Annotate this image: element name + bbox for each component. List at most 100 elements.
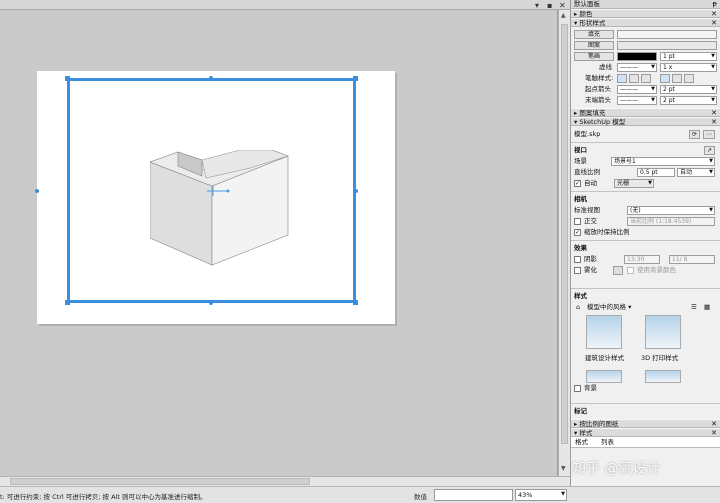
current-scale-select[interactable]: 当前比例 (1:18.4539) [627,217,715,226]
end-arrow-size-value: 2 pt [663,97,675,104]
close-icon[interactable]: ✕ [711,420,717,428]
cap-square-icon[interactable] [641,74,651,83]
pattern-button[interactable]: 图案 [574,41,614,50]
resize-handle[interactable] [209,76,213,80]
style-source-select[interactable]: 模型中的风格 ▾ [587,302,631,313]
style-thumb-arch[interactable] [586,315,622,349]
dash-scale-select[interactable]: 1 x ▼ [660,63,717,72]
pattern-swatch[interactable] [617,41,717,50]
stroke-width-value: 1 pt [663,53,675,60]
horizontal-scrollbar[interactable] [0,476,570,486]
grid-view-icon[interactable]: ▦ [704,302,710,313]
resize-handle[interactable] [353,76,358,81]
resize-handle[interactable] [65,76,70,81]
close-icon[interactable]: ✕ [711,429,717,437]
auto-checkbox[interactable]: ✓ [574,180,581,187]
tab-format[interactable]: 格式 [575,437,588,448]
shadow-date-input[interactable]: 11/ 8 [669,255,715,264]
shadow-time-input[interactable]: 13:30 [624,255,660,264]
scroll-thumb[interactable] [561,24,568,444]
cap-round-icon[interactable] [629,74,639,83]
resize-handle[interactable] [354,189,358,193]
section-style[interactable]: ▾ 样式 ✕ [571,428,720,437]
tab-list[interactable]: 列表 [601,437,614,448]
fill-button[interactable]: 填充 [574,30,614,39]
auto-label: 自动 [584,179,597,187]
line-scale-label: 直线比例 [574,168,600,176]
fog-label: 雾化 [584,266,597,274]
line-scale-input[interactable]: 0.5 pt [637,168,675,177]
resize-handle[interactable] [65,300,70,305]
style-thumb-4[interactable] [645,370,681,383]
close-icon[interactable]: ✕ [711,118,717,126]
scroll-thumb[interactable] [10,478,310,485]
chevron-down-icon: ▼ [651,64,655,70]
more-icon[interactable]: ⋯ [703,130,715,139]
line-scale-mode-select[interactable]: 自动 ▼ [677,168,715,177]
section-title: 按比例的图纸 [579,420,619,428]
use-bg-color-label: 使用背景颜色 [637,266,676,274]
pin-icon[interactable]: ᵽ [712,0,717,9]
restore-icon[interactable]: ▪ [547,1,552,10]
scroll-down-icon[interactable]: ▼ [561,465,566,472]
vertical-scrollbar[interactable]: ▲ ▼ [558,10,570,476]
stroke-color-swatch[interactable] [617,52,657,61]
menu-down-icon[interactable]: ▾ [535,1,539,10]
standard-view-value: (无) [630,207,641,214]
chevron-down-icon: ▼ [711,86,715,92]
use-bg-color-checkbox[interactable] [627,267,634,274]
measurement-input[interactable] [434,489,513,501]
close-icon[interactable]: ✕ [711,10,717,18]
section-shape-style[interactable]: ▾ 形状样式 ✕ [571,18,720,27]
join-miter-icon[interactable] [660,74,670,83]
start-arrow-size[interactable]: 2 pt ▼ [660,85,717,94]
start-arrow-label: 起点箭头 [585,85,611,93]
close-icon[interactable]: ✕ [711,109,717,117]
style-thumb-3dprint[interactable] [645,315,681,349]
end-arrow-select[interactable]: ——— ▼ [617,96,657,105]
background-label: 背景 [584,384,597,392]
style-thumb-3[interactable] [586,370,622,383]
scene-select[interactable]: 场景号1 ▼ [611,157,715,166]
preserve-scale-checkbox[interactable]: ✓ [574,229,581,236]
styles-home-icon[interactable]: ⌂ [576,302,580,313]
scroll-up-icon[interactable]: ▲ [561,12,566,19]
shadow-checkbox[interactable] [574,256,581,263]
list-view-icon[interactable]: ☰ [691,302,697,313]
section-colors[interactable]: ▸ 颜色 ✕ [571,9,720,18]
refresh-icon[interactable]: ⟳ [689,130,700,139]
shadow-date-value: 11/ 8 [672,256,688,263]
resize-handle[interactable] [35,189,39,193]
stroke-button[interactable]: 笔画 [574,52,614,61]
stroke-width-select[interactable]: 1 pt ▼ [660,52,717,61]
render-mode-select[interactable]: 光栅 ▼ [614,179,654,188]
close-icon[interactable]: ✕ [559,1,566,10]
standard-view-select[interactable]: (无) ▼ [627,206,715,215]
viewport-selection[interactable] [67,78,356,303]
fog-checkbox[interactable] [574,267,581,274]
cap-flat-icon[interactable] [617,74,627,83]
section-scaled-drawing[interactable]: ▸ 按比例的图纸 ✕ [571,419,720,428]
camera-link-icon[interactable]: ↗ [704,146,715,155]
fill-swatch[interactable] [617,30,717,39]
render-mode-value: 光栅 [617,180,630,187]
chevron-down-icon: ▼ [709,158,713,164]
ortho-checkbox[interactable] [574,218,581,225]
join-bevel-icon[interactable] [684,74,694,83]
chevron-down-icon: ▼ [648,180,652,186]
resize-handle[interactable] [209,301,213,305]
zoom-select[interactable]: 43% ▼ [515,489,567,501]
fog-color-swatch[interactable] [613,266,623,275]
resize-handle[interactable] [353,300,358,305]
join-round-icon[interactable] [672,74,682,83]
camera-title: 相机 [574,195,587,203]
dash-select[interactable]: ——— ▼ [617,63,657,72]
start-arrow-select[interactable]: ——— ▼ [617,85,657,94]
canvas-top-bar: ▾ ▪ ✕ [0,0,570,10]
background-checkbox[interactable] [574,385,581,392]
close-icon[interactable]: ✕ [711,19,717,27]
style-thumbnails: 建筑设计样式 3D 打印样式 [571,313,720,383]
section-pattern-fill[interactable]: ▸ 图案填充 ✕ [571,108,720,117]
end-arrow-size[interactable]: 2 pt ▼ [660,96,717,105]
section-sketchup-model[interactable]: ▾ SketchUp 模型 ✕ [571,117,720,126]
